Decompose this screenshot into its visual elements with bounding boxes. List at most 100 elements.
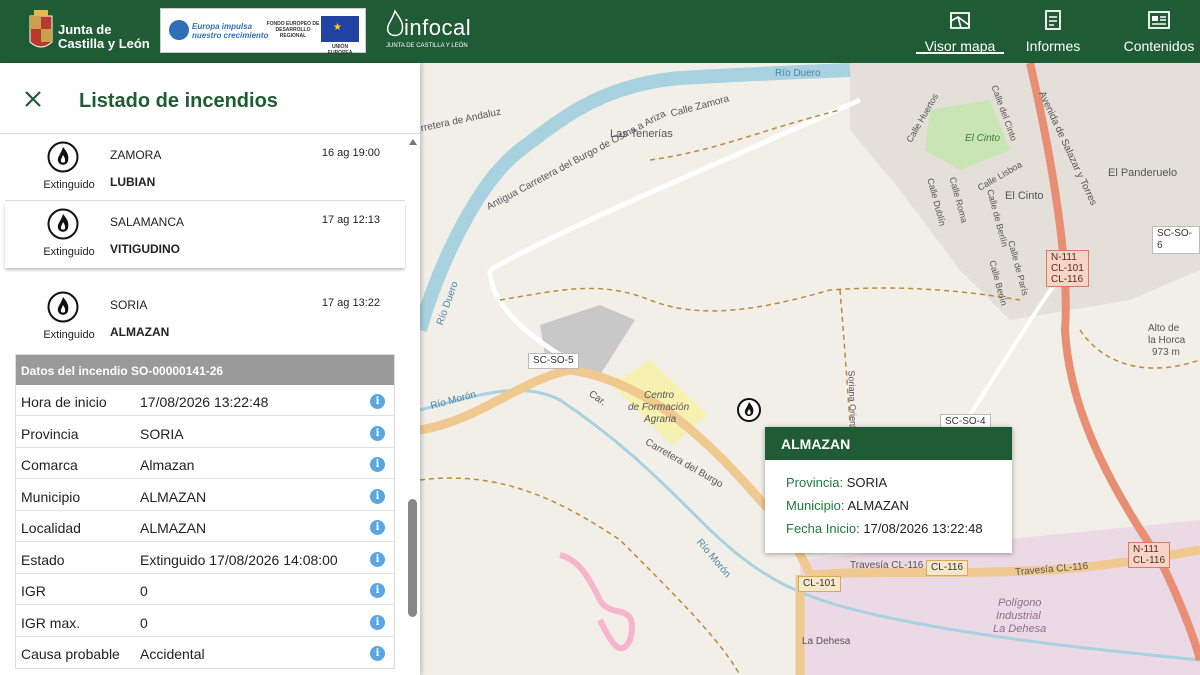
fire-details-table: Datos del incendio SO-00000141-26 Hora d… xyxy=(15,354,395,669)
fire-status: Extinguido xyxy=(43,246,95,258)
nav-contenidos[interactable]: Contenidos xyxy=(1118,0,1200,63)
info-icon[interactable]: i xyxy=(370,552,385,567)
detail-row-igr-max: IGR max. 0 i xyxy=(16,606,394,637)
eu-slogan-line2: nuestro crecimiento xyxy=(192,31,269,40)
fire-municipality: VITIGUDINO xyxy=(110,242,181,256)
detail-value: Almazan xyxy=(140,457,195,473)
detail-row-hora-inicio: Hora de inicio 17/08/2026 13:22:48 i xyxy=(16,385,394,416)
fire-status: Extinguido xyxy=(43,179,95,191)
fire-popup: ALMAZAN Provincia: SORIA Municipio: ALMA… xyxy=(765,427,1012,553)
info-icon[interactable]: i xyxy=(370,615,385,630)
road-badge-n111: N-111 xyxy=(1051,252,1077,263)
popup-municipality-value: ALMAZAN xyxy=(847,498,909,513)
feder-logo: Europa impulsa nuestro crecimiento FONDO… xyxy=(160,8,366,56)
detail-value: ALMAZAN xyxy=(140,489,207,505)
detail-value: SORIA xyxy=(140,426,184,442)
popup-province: Provincia: SORIA xyxy=(786,475,887,490)
map-label-poligono-1: Polígono xyxy=(998,597,1042,609)
info-icon[interactable]: i xyxy=(370,520,385,535)
scrollbar-thumb[interactable] xyxy=(408,499,417,617)
detail-key: IGR max. xyxy=(21,615,81,631)
close-icon[interactable] xyxy=(22,88,44,110)
detail-value: ALMAZAN xyxy=(140,520,207,536)
detail-value: 0 xyxy=(140,615,148,631)
report-icon xyxy=(1045,10,1061,30)
detail-key: Causa probable xyxy=(21,646,120,662)
map-label-rio-duero: Río Duero xyxy=(775,68,821,79)
detail-key: Comarca xyxy=(21,457,78,473)
fire-status: Extinguido xyxy=(43,329,95,341)
info-icon[interactable]: i xyxy=(370,457,385,472)
detail-row-provincia: Provincia SORIA i xyxy=(16,417,394,448)
junta-logo-line2: Castilla y León xyxy=(58,36,150,51)
road-badge-n111-cl101-cl116: N-111 CL-101 CL-116 xyxy=(1046,250,1089,287)
flame-icon xyxy=(386,9,404,37)
road-badge-cl116: CL-116 xyxy=(1051,274,1084,285)
panel-scrollbar[interactable] xyxy=(406,135,420,675)
fire-icon xyxy=(47,208,79,240)
nav-informes-label: Informes xyxy=(1025,38,1081,54)
detail-key: IGR xyxy=(21,583,46,599)
news-icon xyxy=(1148,11,1170,29)
detail-value: Accidental xyxy=(140,646,205,662)
detail-row-municipio: Municipio ALMAZAN i xyxy=(16,480,394,511)
map-label-travesia-1: Travesía CL-116 xyxy=(850,560,924,571)
detail-row-estado: Estado Extinguido 17/08/2026 14:08:00 i xyxy=(16,543,394,574)
fire-list-item-selected[interactable]: Extinguido SORIA ALMAZAN 17 ag 13:22 xyxy=(5,285,405,347)
fire-province: SALAMANCA xyxy=(110,215,185,229)
detail-key: Estado xyxy=(21,552,65,568)
map-label-el-cinto-park: El Cinto xyxy=(965,133,1001,144)
detail-key: Hora de inicio xyxy=(21,394,107,410)
eu-flag-icon: ★ xyxy=(321,16,359,42)
fire-municipality: LUBIAN xyxy=(110,175,156,189)
globe-icon xyxy=(169,20,189,40)
road-badge-sc-so-5: SC-SO-5 xyxy=(528,353,579,369)
fire-list-item[interactable]: Extinguido ZAMORA LUBIAN 16 ag 19:00 xyxy=(5,135,405,201)
popup-start: Fecha Inicio: 17/08/2026 13:22:48 xyxy=(786,521,983,536)
detail-value: 17/08/2026 13:22:48 xyxy=(140,394,269,410)
infocal-sub: JUNTA DE CASTILLA Y LEÓN xyxy=(386,43,468,49)
map-fire-marker-icon[interactable] xyxy=(736,397,762,423)
info-icon[interactable]: i xyxy=(370,426,385,441)
panel-title: Listado de incendios xyxy=(79,90,278,112)
fire-province: ZAMORA xyxy=(110,148,162,162)
fire-details-header: Datos del incendio SO-00000141-26 xyxy=(16,355,394,385)
road-badge-cl116-c: CL-116 xyxy=(926,560,969,576)
info-icon[interactable]: i xyxy=(370,394,385,409)
junta-logo[interactable]: Junta de Castilla y León xyxy=(28,8,158,54)
map-label-centro-3: Agraria xyxy=(644,414,677,425)
map-label-poligono-2: Industrial xyxy=(996,610,1041,622)
info-icon[interactable]: i xyxy=(370,583,385,598)
map-label-centro-1: Centro xyxy=(644,390,675,401)
map-label-alto-horca-2: la Horca xyxy=(1148,335,1186,346)
popup-municipality: Municipio: ALMAZAN xyxy=(786,498,909,513)
nav-informes[interactable]: Informes xyxy=(1016,0,1090,63)
detail-value: Extinguido 17/08/2026 14:08:00 xyxy=(140,552,338,568)
map-label-la-dehesa: La Dehesa xyxy=(802,636,851,647)
fire-date: 17 ag 12:13 xyxy=(321,214,380,226)
nav-contenidos-label: Contenidos xyxy=(1123,38,1195,54)
map-label-el-panderuelo: El Panderuelo xyxy=(1108,167,1178,179)
detail-value: 0 xyxy=(140,583,148,599)
map-label-poligono-3: La Dehesa xyxy=(993,623,1047,635)
infocal-logo[interactable]: infocal JUNTA DE CASTILLA Y LEÓN xyxy=(384,9,474,53)
info-icon[interactable]: i xyxy=(370,646,385,661)
map-label-alto-horca-3: 973 m xyxy=(1152,347,1180,358)
popup-province-value: SORIA xyxy=(846,475,888,490)
popup-start-label: Fecha Inicio: xyxy=(786,521,860,536)
map-label-centro-2: de Formación xyxy=(628,402,690,413)
eu-slogan-line1: Europa impulsa xyxy=(192,22,253,31)
detail-row-igr: IGR 0 i xyxy=(16,574,394,605)
road-badge-cl101-b: CL-101 xyxy=(798,576,841,592)
nav-visor-mapa[interactable]: Visor mapa xyxy=(916,0,1004,63)
fire-municipality: ALMAZAN xyxy=(110,325,170,339)
fire-list-item[interactable]: Extinguido SALAMANCA VITIGUDINO 17 ag 12… xyxy=(5,202,405,268)
popup-province-label: Provincia: xyxy=(786,475,844,490)
app-header: Junta de Castilla y León Europa impulsa … xyxy=(0,0,1200,63)
info-icon[interactable]: i xyxy=(370,489,385,504)
fire-date: 16 ag 19:00 xyxy=(321,147,380,159)
scroll-up-icon[interactable] xyxy=(409,139,417,145)
detail-key: Provincia xyxy=(21,426,79,442)
map-label-alto-horca-1: Alto de xyxy=(1148,323,1180,334)
fire-province: SORIA xyxy=(110,298,148,312)
